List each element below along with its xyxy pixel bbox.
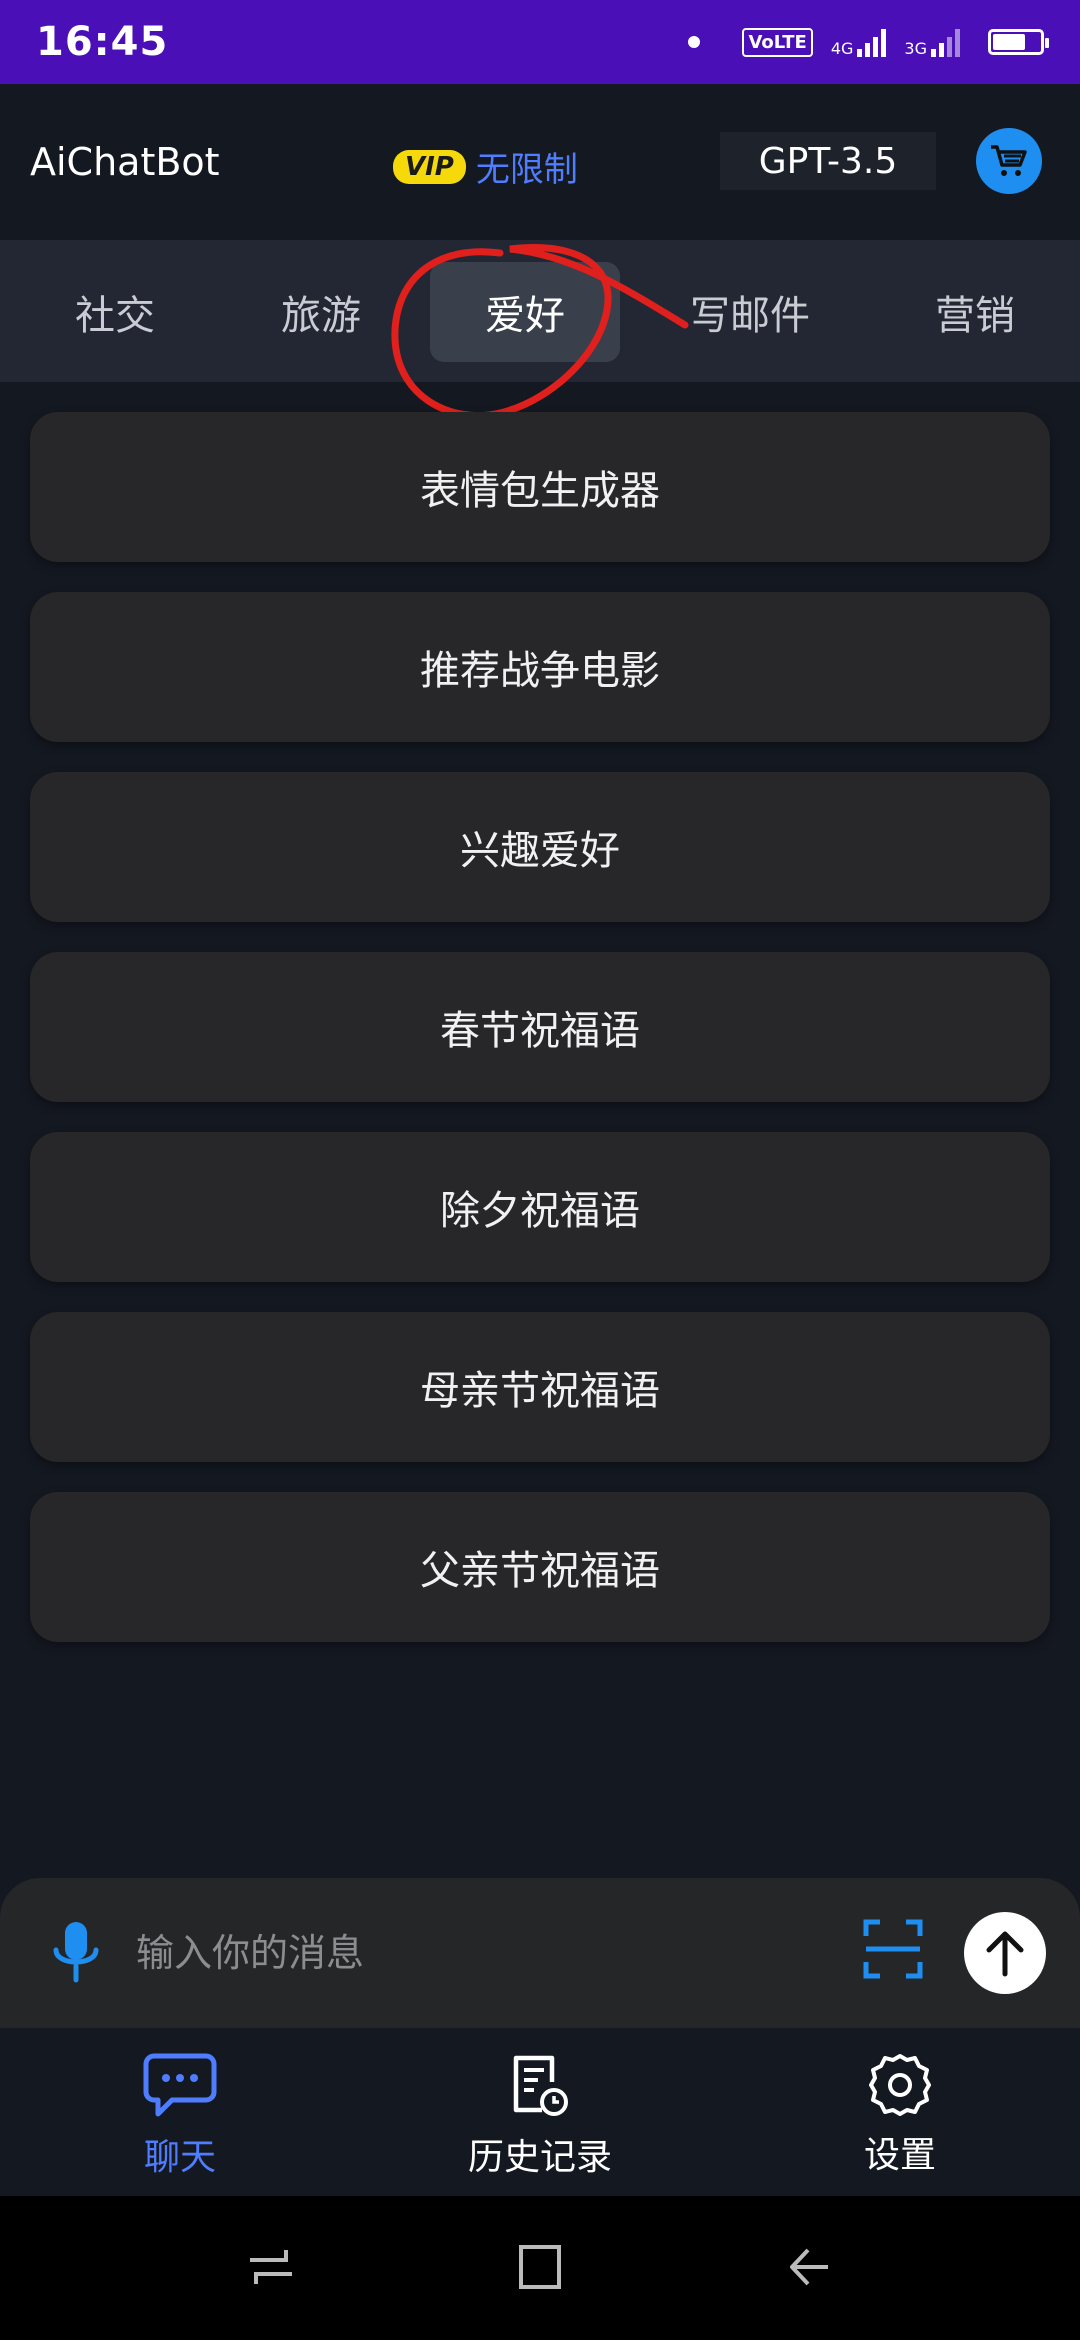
category-tabs: 社交 旅游 爱好 写邮件 营销 [0,240,1080,382]
signal-3g-icon: 3G [904,27,960,57]
vip-status[interactable]: VIP 无限制 [393,142,578,191]
back-arrow-icon[interactable] [784,2242,834,2292]
prompt-item[interactable]: 除夕祝福语 [30,1132,1050,1282]
cart-button[interactable] [976,128,1042,194]
message-input-bar [0,1878,1080,2028]
tab-hobby[interactable]: 爱好 [430,262,620,362]
app-header: AiChatBot VIP 无限制 GPT-3.5 [0,84,1080,240]
prompt-item[interactable]: 兴趣爱好 [30,772,1050,922]
tab-social[interactable]: 社交 [30,262,200,362]
home-square-icon[interactable] [516,2242,564,2292]
nav-history-label: 历史记录 [467,2137,612,2178]
chat-bubble-icon [143,2053,217,2117]
send-button[interactable] [964,1912,1046,1994]
prompt-item[interactable]: 表情包生成器 [30,412,1050,562]
shopping-cart-icon [991,145,1027,176]
nav-settings-label: 设置 [863,2135,936,2176]
scan-icon[interactable] [862,1918,924,1980]
vip-badge: VIP [393,149,466,184]
microphone-icon[interactable] [50,1920,102,1986]
volte-icon: VoLTE [742,27,813,57]
status-time: 16:45 [36,19,169,65]
nav-history[interactable]: 历史记录 [440,2052,640,2182]
battery-fill [993,34,1026,50]
history-document-icon [513,2055,568,2116]
nav-chat-label: 聊天 [143,2137,216,2178]
battery-icon [988,29,1049,55]
prompt-list: 表情包生成器 推荐战争电影 兴趣爱好 春节祝福语 除夕祝福语 母亲节祝福语 父亲… [30,412,1050,1672]
prompt-item[interactable]: 推荐战争电影 [30,592,1050,742]
status-icons: VoLTE 4G 3G [688,27,1049,57]
tab-travel[interactable]: 旅游 [236,262,406,362]
nav-settings[interactable]: 设置 [800,2052,1000,2182]
status-bar: 16:45 VoLTE 4G 3G [0,0,1080,84]
prompt-item[interactable]: 春节祝福语 [30,952,1050,1102]
app-title: AiChatBot [30,140,220,184]
message-input[interactable] [136,1923,816,1983]
tab-email[interactable]: 写邮件 [660,262,840,362]
vip-text: 无限制 [475,150,578,190]
system-nav-bar [0,2196,1080,2340]
notification-dot-icon [688,36,701,48]
prompt-item[interactable]: 父亲节祝福语 [30,1492,1050,1642]
arrow-up-icon [986,1931,1024,1977]
recent-apps-icon[interactable] [246,2242,296,2292]
prompt-item[interactable]: 母亲节祝福语 [30,1312,1050,1462]
model-selector[interactable]: GPT-3.5 [720,132,936,190]
bottom-nav: 聊天 历史记录 设置 [0,2028,1080,2196]
tab-marketing[interactable]: 营销 [890,262,1060,362]
signal-4g-icon: 4G [831,27,887,57]
nav-chat[interactable]: 聊天 [80,2052,280,2182]
gear-icon [869,2054,931,2116]
